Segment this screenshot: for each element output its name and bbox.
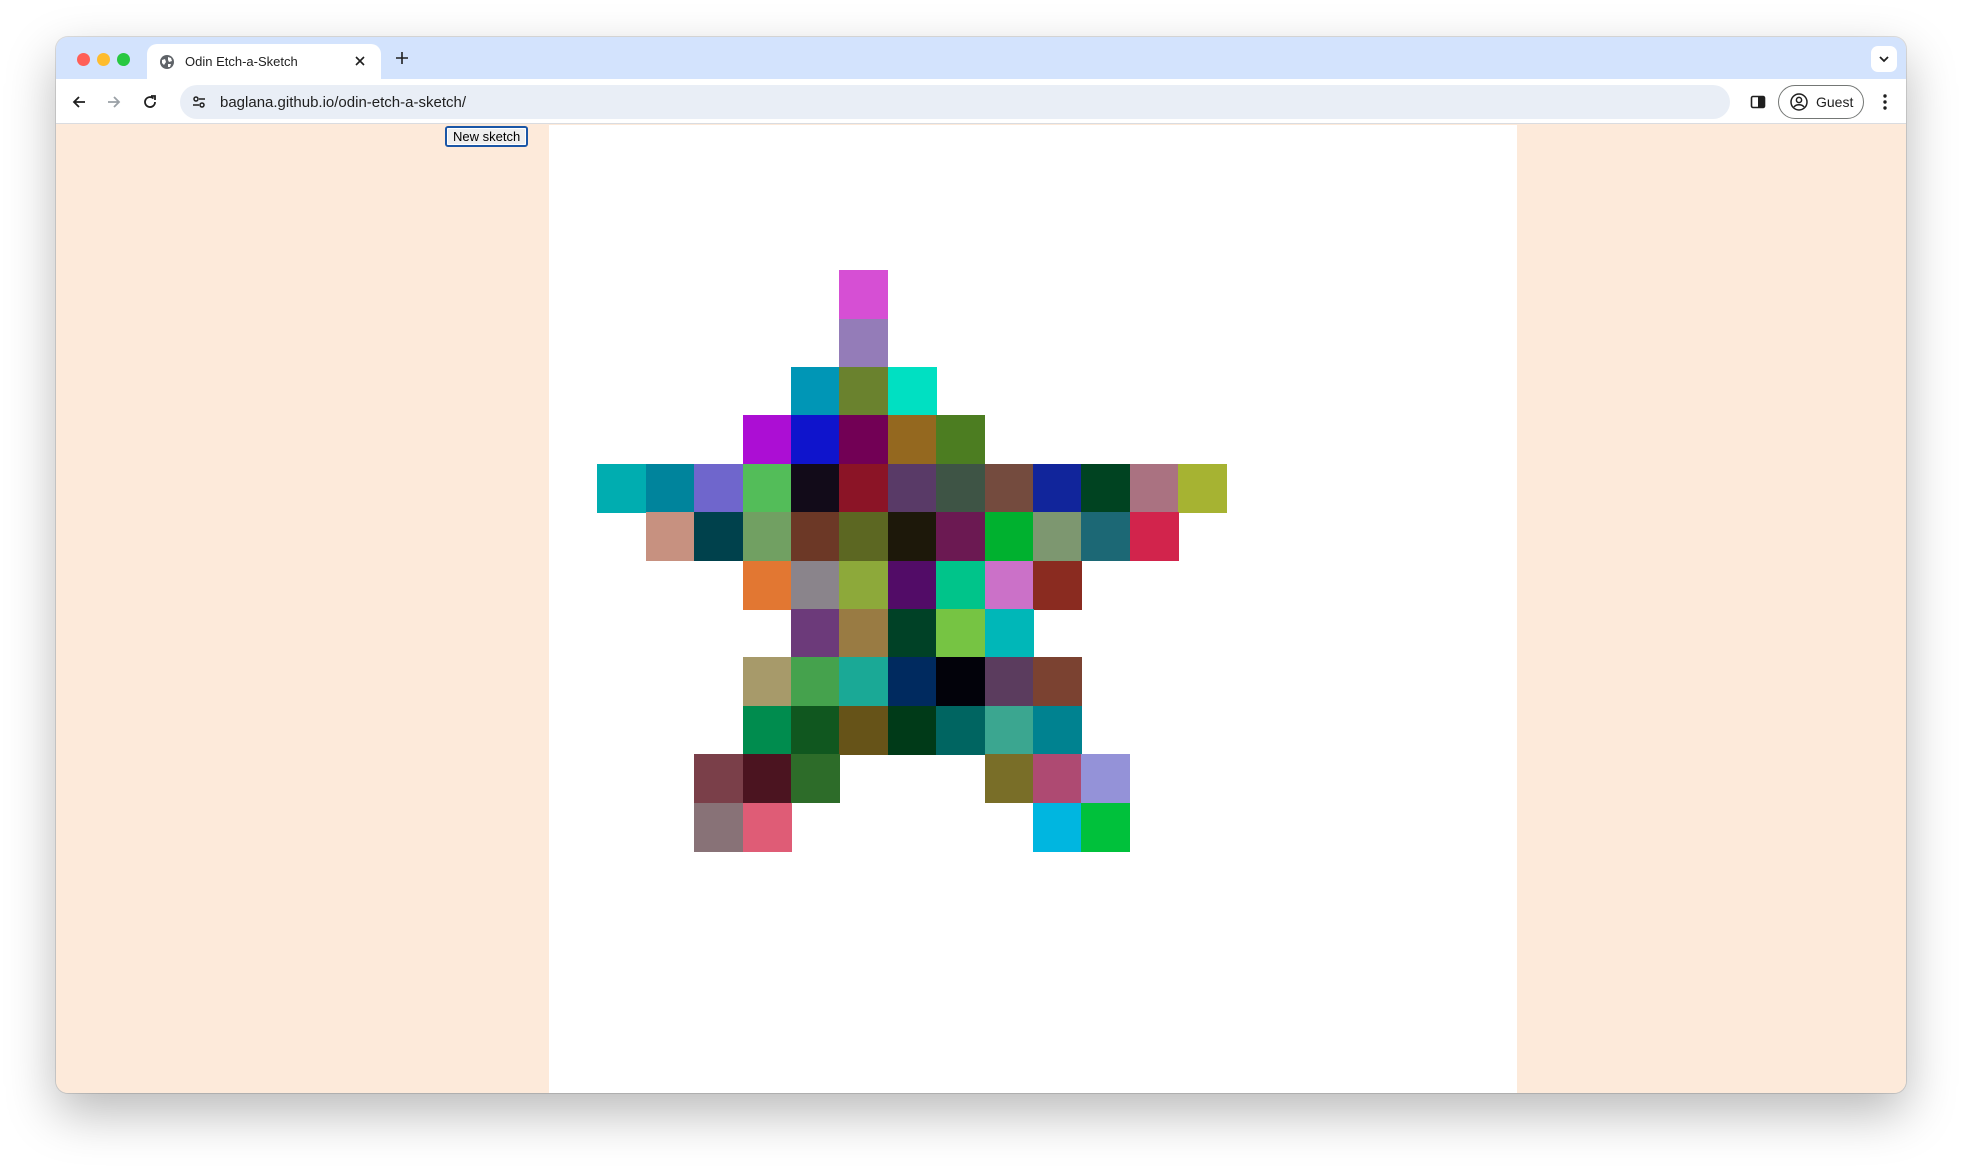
grid-cell[interactable]	[742, 657, 792, 707]
grid-cell[interactable]	[791, 705, 840, 755]
grid-cell[interactable]	[694, 802, 744, 852]
globe-icon	[159, 54, 175, 70]
address-bar[interactable]: baglana.github.io/odin-etch-a-sketch/	[180, 85, 1730, 119]
grid-cell[interactable]	[742, 415, 792, 465]
page-content: New sketch	[56, 125, 1906, 1093]
grid-cell[interactable]	[742, 463, 792, 513]
forward-arrow-icon[interactable]	[100, 88, 128, 116]
grid-cell[interactable]	[742, 512, 792, 562]
grid-cell[interactable]	[984, 609, 1034, 658]
grid-cell[interactable]	[839, 609, 889, 658]
grid-cell[interactable]	[936, 609, 986, 658]
grid-cell[interactable]	[1129, 512, 1179, 562]
grid-cell[interactable]	[936, 512, 986, 562]
grid-cell[interactable]	[1033, 512, 1082, 562]
grid-cell[interactable]	[839, 318, 889, 368]
grid-cell[interactable]	[694, 463, 744, 513]
grid-cell[interactable]	[936, 705, 986, 755]
grid-cell[interactable]	[984, 463, 1034, 513]
reload-icon[interactable]	[136, 88, 164, 116]
zoom-window-button[interactable]	[117, 53, 130, 66]
grid-cell[interactable]	[645, 512, 695, 562]
chevron-down-icon[interactable]	[1871, 46, 1897, 72]
close-window-button[interactable]	[77, 53, 90, 66]
grid-cell[interactable]	[1033, 657, 1082, 707]
grid-cell[interactable]	[839, 705, 889, 755]
grid-cell[interactable]	[791, 415, 840, 465]
browser-toolbar: baglana.github.io/odin-etch-a-sketch/ Gu…	[56, 79, 1906, 124]
grid-cell[interactable]	[791, 560, 840, 610]
grid-cell[interactable]	[791, 367, 840, 416]
grid-cell[interactable]	[887, 560, 937, 610]
profile-button[interactable]: Guest	[1778, 85, 1864, 119]
url-text[interactable]: baglana.github.io/odin-etch-a-sketch/	[220, 94, 466, 111]
grid-cell[interactable]	[1033, 705, 1082, 755]
grid-cell[interactable]	[742, 802, 792, 852]
grid-cell[interactable]	[791, 657, 840, 707]
plus-icon[interactable]	[390, 47, 414, 71]
back-arrow-icon[interactable]	[65, 88, 93, 116]
grid-cell[interactable]	[984, 657, 1034, 707]
grid-cell[interactable]	[984, 560, 1034, 610]
profile-icon	[1790, 93, 1808, 111]
grid-cell[interactable]	[791, 512, 840, 562]
close-icon[interactable]	[351, 53, 369, 71]
browser-window: Odin Etch-a-Sketch baglana.github.io/odi…	[56, 37, 1906, 1093]
grid-cell[interactable]	[742, 560, 792, 610]
kebab-menu-icon[interactable]	[1874, 91, 1896, 113]
grid-cell[interactable]	[984, 705, 1034, 755]
grid-cell[interactable]	[936, 415, 986, 465]
grid-cell[interactable]	[645, 463, 695, 513]
grid-cell[interactable]	[887, 367, 937, 416]
grid-cell[interactable]	[791, 463, 840, 513]
grid-cell[interactable]	[1081, 512, 1131, 562]
grid-cell[interactable]	[936, 657, 986, 707]
grid-cell[interactable]	[1081, 463, 1131, 513]
grid-cell[interactable]	[1033, 754, 1082, 804]
grid-cell[interactable]	[887, 657, 937, 707]
grid-cell[interactable]	[984, 512, 1034, 562]
tune-icon[interactable]	[186, 89, 212, 115]
grid-cell[interactable]	[1081, 802, 1131, 852]
side-panel-icon[interactable]	[1747, 91, 1769, 113]
grid-cell[interactable]	[839, 657, 889, 707]
grid-cell[interactable]	[887, 463, 937, 513]
grid-cell[interactable]	[1033, 802, 1082, 852]
tab-bar: Odin Etch-a-Sketch	[56, 37, 1906, 79]
grid-cell[interactable]	[984, 754, 1034, 804]
grid-cell[interactable]	[742, 705, 792, 755]
grid-cell[interactable]	[694, 754, 744, 804]
profile-label: Guest	[1816, 94, 1854, 110]
grid-cell[interactable]	[839, 367, 889, 416]
grid-cell[interactable]	[1033, 560, 1082, 610]
grid-cell[interactable]	[839, 560, 889, 610]
grid-cell[interactable]	[1033, 463, 1082, 513]
grid-cell[interactable]	[839, 415, 889, 465]
grid-cell[interactable]	[839, 463, 889, 513]
grid-cell[interactable]	[597, 463, 647, 513]
grid-cell[interactable]	[839, 270, 889, 320]
grid-cell[interactable]	[1178, 463, 1228, 513]
grid-cell[interactable]	[694, 512, 744, 562]
new-sketch-button[interactable]: New sketch	[445, 126, 529, 147]
grid-cell[interactable]	[742, 754, 792, 804]
active-tab[interactable]: Odin Etch-a-Sketch	[147, 44, 381, 79]
grid-cell[interactable]	[1129, 463, 1179, 513]
grid-cell[interactable]	[887, 512, 937, 562]
grid-cell[interactable]	[839, 512, 889, 562]
grid-cell[interactable]	[887, 705, 937, 755]
grid-cell[interactable]	[1081, 754, 1131, 804]
grid-cell[interactable]	[936, 463, 986, 513]
sketch-canvas[interactable]	[549, 125, 1517, 1093]
grid-cell[interactable]	[887, 415, 937, 465]
grid-cell[interactable]	[791, 609, 840, 658]
grid-cell[interactable]	[791, 754, 840, 804]
grid-cell[interactable]	[887, 609, 937, 658]
tab-title: Odin Etch-a-Sketch	[185, 54, 298, 69]
minimize-window-button[interactable]	[97, 53, 110, 66]
grid-cell[interactable]	[936, 560, 986, 610]
